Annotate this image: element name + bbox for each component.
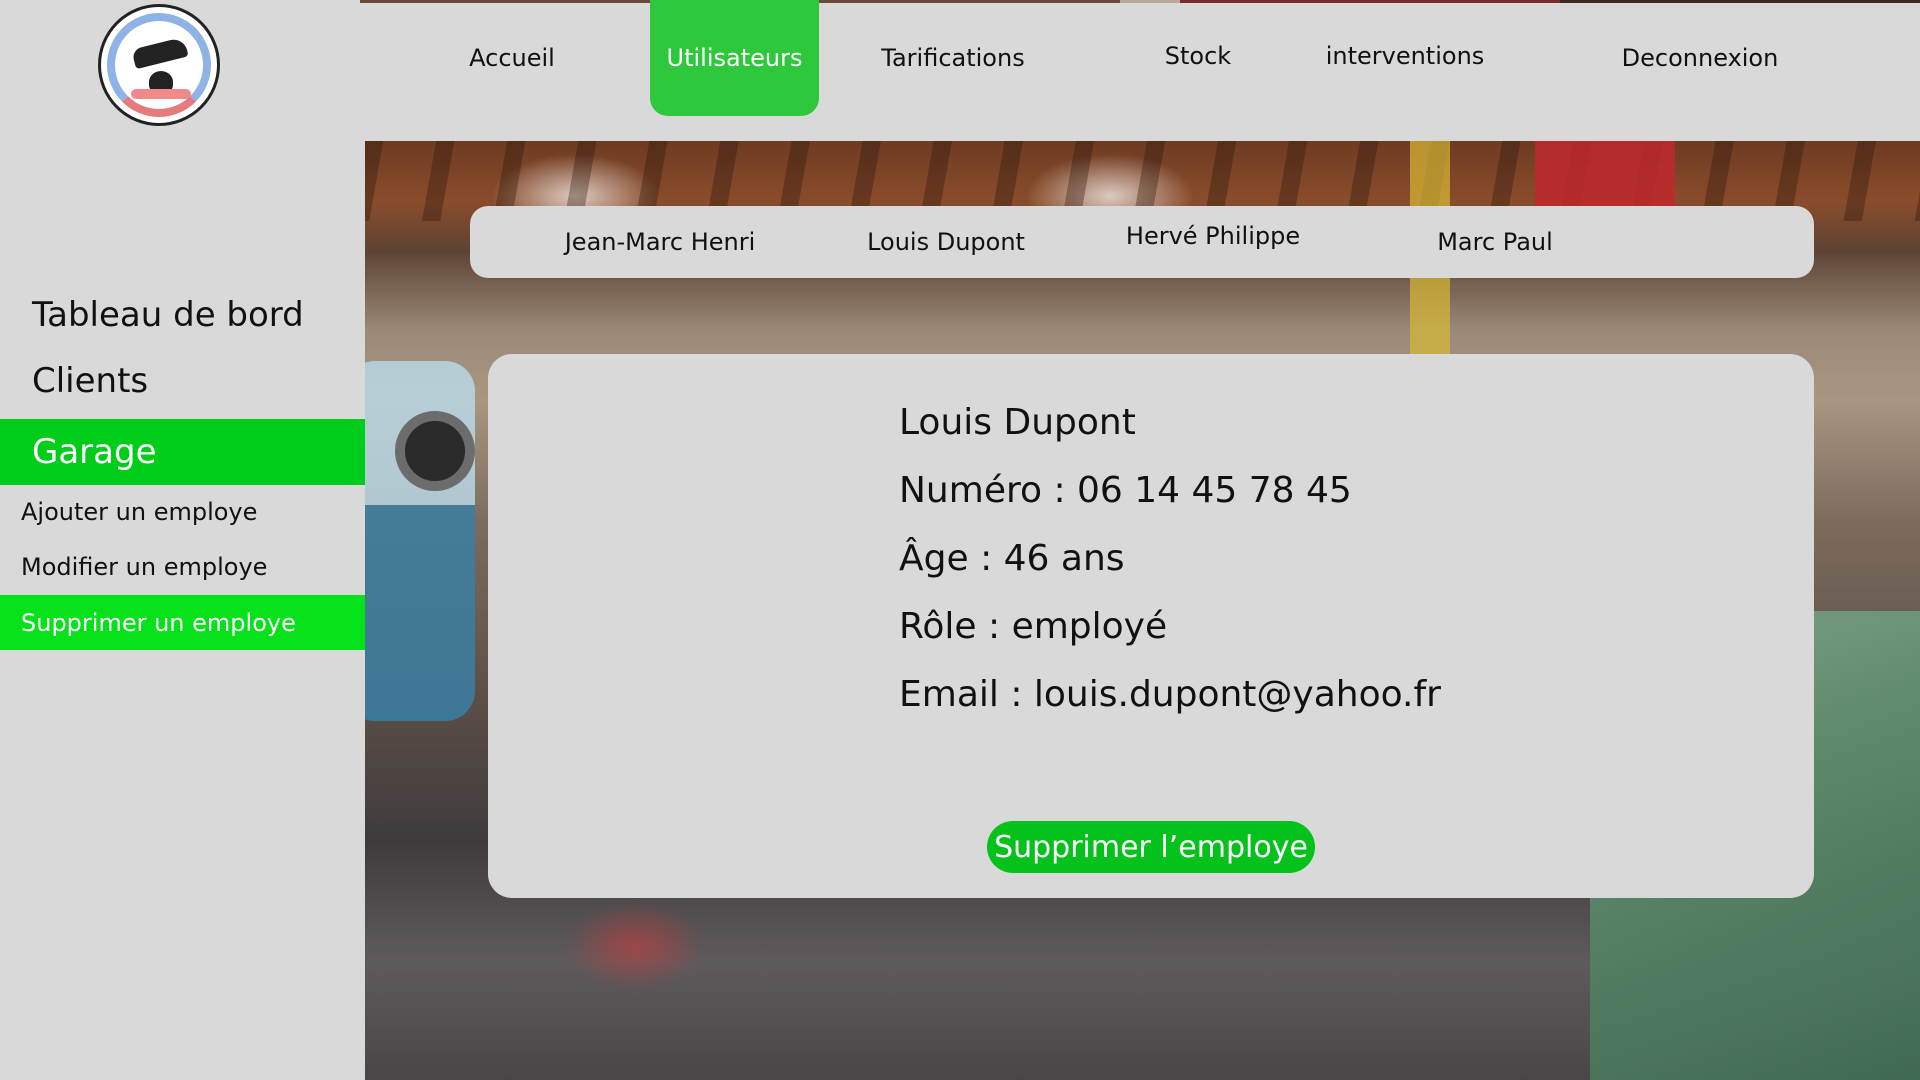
employee-tab-marc-paul[interactable]: Marc Paul [1420,206,1570,278]
top-header: Accueil Utilisateurs Tarifications Stock… [0,0,1920,141]
nav-utilisateurs[interactable]: Utilisateurs [650,0,819,116]
flame-icon [131,89,191,99]
sidebar-item-clients[interactable]: Clients [0,348,365,414]
employee-tab-jean-marc-henri[interactable]: Jean-Marc Henri [550,206,770,278]
employee-tabs: Jean-Marc Henri Louis Dupont Hervé Phili… [470,206,1814,278]
employee-tab-herve-philippe[interactable]: Hervé Philippe [1118,200,1308,272]
red-sign [1535,141,1675,216]
nav-deconnexion[interactable]: Deconnexion [1614,0,1786,116]
sidebar-item-tableau-de-bord[interactable]: Tableau de bord [0,282,365,348]
employee-name: Louis Dupont [899,402,1136,443]
sidebar: Tableau de bord Clients Garage Ajouter u… [0,141,365,1080]
delete-employee-button[interactable]: Supprimer l’employe [987,821,1315,873]
nav-accueil[interactable]: Accueil [450,0,574,116]
nav-tarifications[interactable]: Tarifications [874,0,1032,116]
logo-ring [107,13,211,117]
employee-email: Email : louis.dupont@yahoo.fr [899,674,1441,715]
sidebar-subitem-modifier[interactable]: Modifier un employe [0,539,365,594]
employee-tab-louis-dupont[interactable]: Louis Dupont [856,206,1036,278]
nav-stock[interactable]: Stock [1148,0,1248,114]
employee-age: Âge : 46 ans [899,538,1125,579]
car-wheel [395,411,475,491]
sidebar-subitem-supprimer[interactable]: Supprimer un employe [0,595,365,650]
floor-reflection [565,901,705,991]
sidebar-subitem-ajouter[interactable]: Ajouter un employe [0,484,365,539]
employee-phone: Numéro : 06 14 45 78 45 [899,470,1352,511]
employee-detail-card: Louis Dupont Numéro : 06 14 45 78 45 Âge… [488,354,1814,898]
nav-interventions[interactable]: interventions [1320,0,1490,114]
employee-role: Rôle : employé [899,606,1168,647]
garage-logo[interactable] [98,4,220,126]
sidebar-item-garage[interactable]: Garage [0,419,365,485]
